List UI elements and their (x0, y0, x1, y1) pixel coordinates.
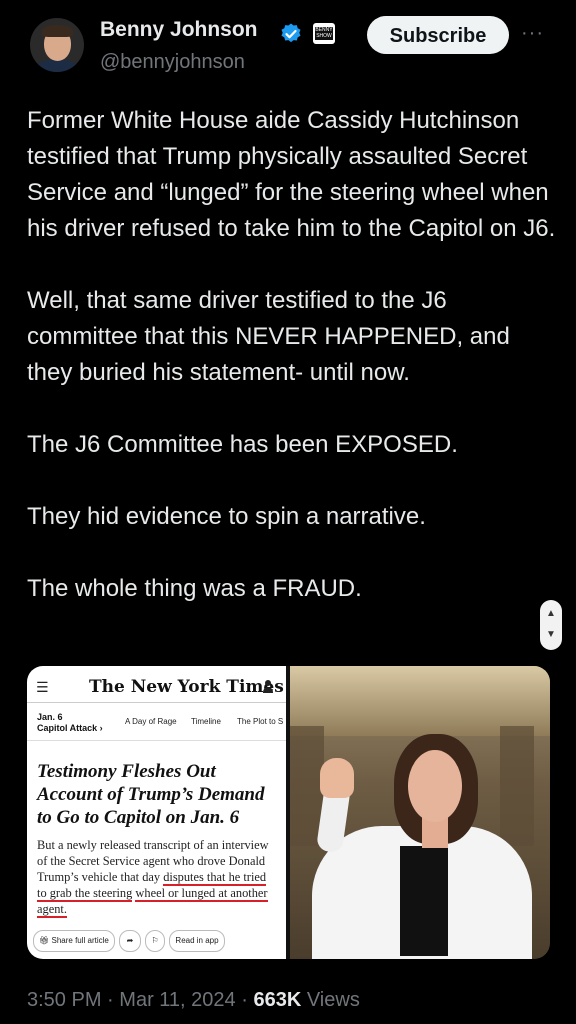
more-options-icon[interactable]: ··· (521, 22, 544, 45)
avatar[interactable] (30, 18, 84, 72)
photo-hand (320, 758, 354, 798)
user-icon (263, 680, 273, 694)
nyt-article-screenshot[interactable]: ☰ The New York Times Jan. 6 Capitol Atta… (27, 666, 286, 959)
verified-badge-icon (281, 23, 301, 43)
nyt-logo: The New York Times (89, 677, 284, 697)
share-icon: ➦ (119, 930, 141, 952)
section-line: Capitol Attack › (37, 723, 103, 733)
nyt-summary: But a newly released transcript of an in… (37, 837, 277, 918)
separator: · (107, 989, 114, 1011)
divider (27, 702, 286, 703)
subscribe-button[interactable]: Subscribe (367, 16, 509, 54)
gift-icon: 🎁︎ (39, 936, 50, 945)
post-paragraph: Well, that same driver testified to the … (27, 287, 510, 386)
section-line: Jan. 6 (37, 712, 63, 722)
post-time[interactable]: 3:50 PM (27, 989, 101, 1011)
chevron-up-icon[interactable]: ▲ (546, 609, 556, 619)
avatar-shirt (36, 60, 78, 72)
avatar-hair (42, 25, 73, 37)
photo-top (400, 846, 448, 956)
author-name[interactable]: Benny Johnson (100, 18, 258, 42)
separator: · (241, 989, 248, 1011)
post-paragraph: The J6 Committee has been EXPOSED. (27, 431, 458, 458)
views-label: Views (306, 989, 360, 1011)
post-meta: 3:50 PM · Mar 11, 2024 · 663K Views (27, 989, 360, 1012)
divider (27, 740, 286, 741)
bookmark-icon: ⚐ (145, 930, 165, 952)
section-label: Jan. 6 Capitol Attack › (37, 712, 103, 734)
views-count: 663K (253, 989, 302, 1011)
nyt-nav-link: A Day of Rage (125, 717, 177, 726)
post-paragraph: They hid evidence to spin a narrative. (27, 503, 426, 530)
nyt-headline: Testimony Fleshes Out Account of Trump’s… (37, 761, 265, 828)
author-handle[interactable]: @bennyjohnson (100, 51, 245, 74)
menu-icon: ☰ (36, 680, 49, 696)
photo-panel (500, 726, 534, 846)
post-date[interactable]: Mar 11, 2024 (119, 989, 235, 1011)
scroll-control[interactable]: ▲ ▼ (540, 600, 562, 650)
hearing-photo[interactable] (290, 666, 550, 959)
share-article-button: 🎁︎ Share full article (33, 930, 115, 952)
share-label: Share full article (51, 936, 109, 945)
post-text: Former White House aide Cassidy Hutchins… (27, 103, 557, 607)
nyt-nav-link: Timeline (191, 717, 221, 726)
photo-face (408, 750, 462, 822)
nyt-nav-link: The Plot to S (237, 717, 284, 726)
post-paragraph: Former White House aide Cassidy Hutchins… (27, 107, 556, 242)
chevron-down-icon[interactable]: ▼ (546, 630, 556, 640)
post-header: Benny Johnson BENNY SHOW @bennyjohnson S… (0, 0, 576, 96)
read-in-app-button: Read in app (169, 930, 225, 952)
post-paragraph: The whole thing was a FRAUD. (27, 575, 362, 602)
media-grid[interactable]: ☰ The New York Times Jan. 6 Capitol Atta… (27, 666, 550, 959)
affiliate-badge-icon: BENNY SHOW (313, 23, 335, 44)
